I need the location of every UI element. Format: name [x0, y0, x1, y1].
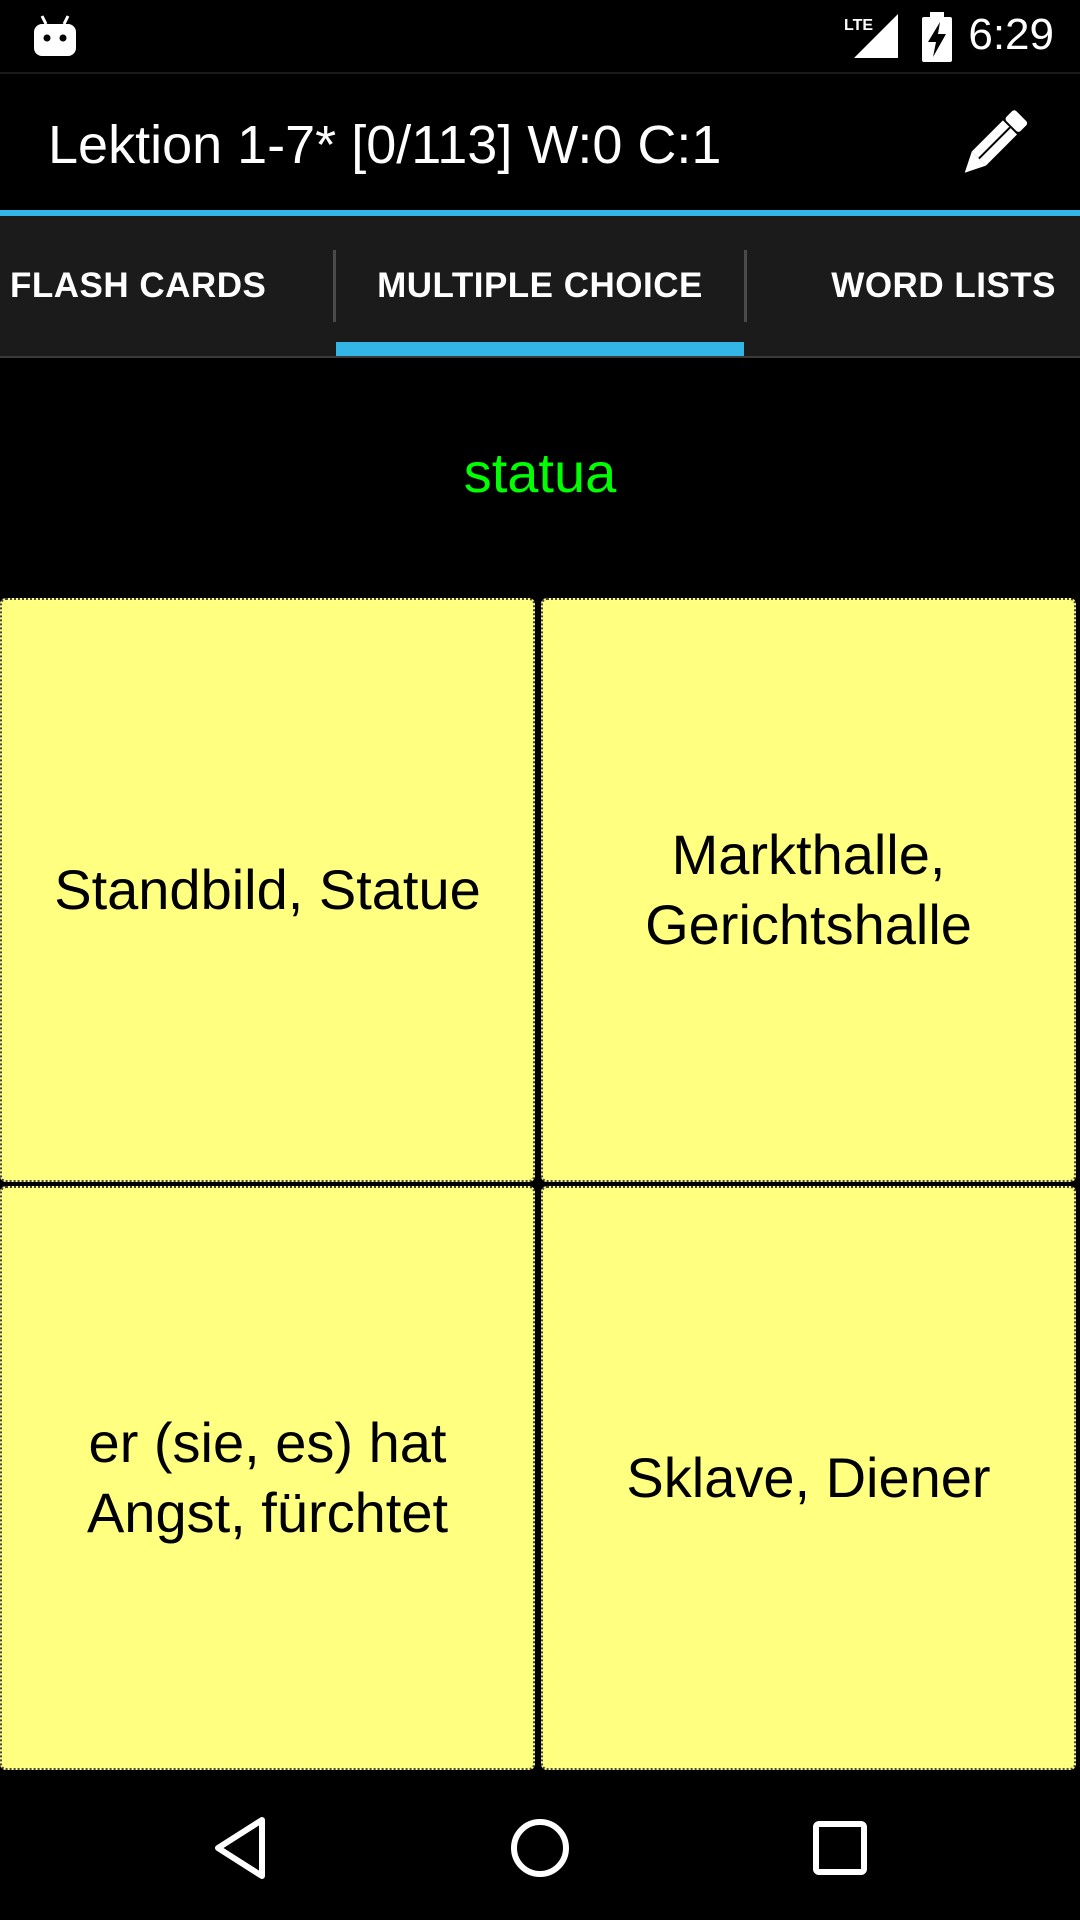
choice-label: er (sie, es) hat Angst, fürchtet [86, 1411, 449, 1544]
choice-label: Sklave, Diener [626, 1446, 991, 1509]
android-icon [34, 15, 76, 56]
pencil-icon[interactable] [950, 100, 1036, 186]
choice-button-4[interactable]: Sklave, Diener [541, 1186, 1076, 1770]
tab-word-lists[interactable]: WORD LISTS [746, 216, 1080, 356]
status-bar: LTE 6:29 [0, 0, 1080, 72]
back-icon[interactable] [200, 1808, 280, 1888]
lte-signal-icon: LTE [844, 14, 898, 58]
recent-apps-icon[interactable] [800, 1808, 880, 1888]
tab-flash-cards[interactable]: FLASH CARDS [0, 216, 334, 356]
home-icon[interactable] [500, 1808, 580, 1888]
svg-text:LTE: LTE [844, 17, 873, 34]
status-clock: 6:29 [968, 10, 1054, 59]
choice-label: Markthalle, Gerichtshalle [645, 823, 972, 956]
tab-selected-indicator [336, 342, 744, 356]
choice-button-2[interactable]: Markthalle, Gerichtshalle [541, 598, 1076, 1182]
navigation-bar [0, 1776, 1080, 1920]
choice-button-1[interactable]: Standbild, Statue [0, 598, 535, 1182]
tab-bar: FLASH CARDS MULTIPLE CHOICE WORD LISTS [0, 216, 1080, 358]
choice-label: Standbild, Statue [54, 858, 481, 921]
choice-button-3[interactable]: er (sie, es) hat Angst, fürchtet [0, 1186, 535, 1770]
tab-multiple-choice[interactable]: MULTIPLE CHOICE [336, 216, 744, 356]
question-word: statua [463, 441, 617, 504]
lesson-title: Lektion 1-7* [0/113] W:0 C:1 [48, 115, 722, 175]
action-bar: Lektion 1-7* [0/113] W:0 C:1 [0, 72, 1080, 212]
battery-charging-icon [922, 12, 952, 62]
